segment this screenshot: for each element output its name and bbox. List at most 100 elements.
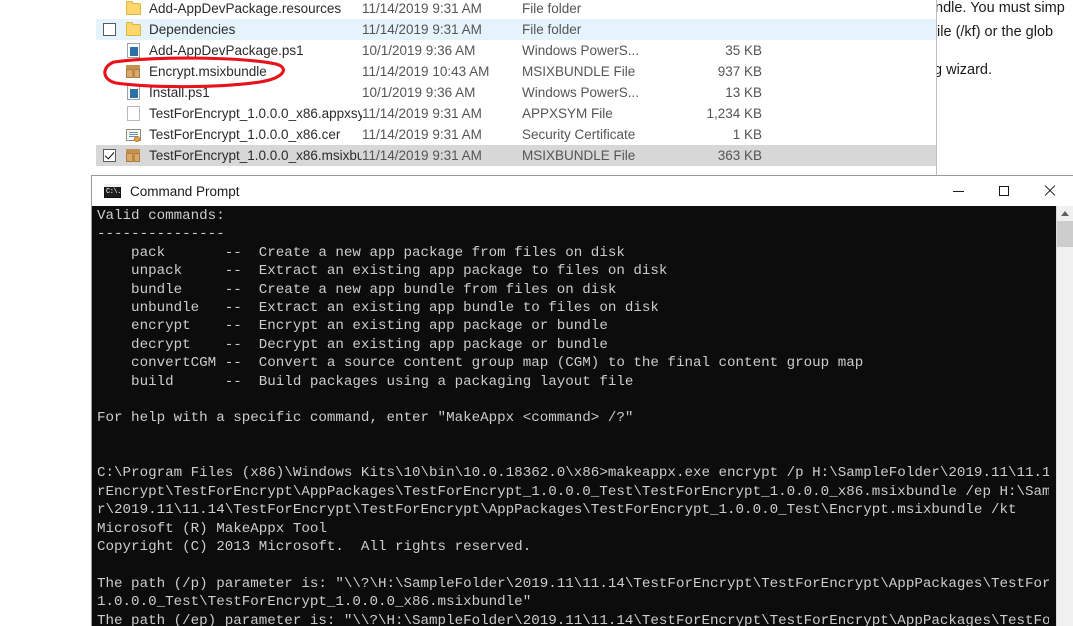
- file-name: Encrypt.msixbundle: [149, 64, 267, 79]
- background-doc-line: file (/kf) or the glob: [933, 24, 1054, 40]
- file-row[interactable]: Add-AppDevPackage.ps1 10/1/2019 9:36 AM Wi…: [96, 40, 936, 61]
- file-type: File folder: [522, 1, 582, 16]
- msixbundle-icon: [126, 65, 140, 78]
- console-scrollbar[interactable]: [1056, 206, 1073, 626]
- file-type: MSIXBUNDLE File: [522, 148, 636, 163]
- file-size: 363 KB: [717, 148, 762, 163]
- file-size: 1,234 KB: [706, 106, 762, 121]
- console-line: build -- Build packages using a packagin…: [97, 373, 634, 390]
- scrollbar-thumb[interactable]: [1057, 221, 1073, 247]
- file-name: TestForEncrypt_1.0.0.0_x86.msixbundle: [149, 148, 362, 163]
- folder-icon: [125, 0, 141, 15]
- folder-icon: [125, 21, 141, 36]
- close-button[interactable]: [1027, 176, 1073, 206]
- file-date-modified: 11/14/2019 9:31 AM: [362, 148, 482, 163]
- row-checkbox-cell[interactable]: [96, 23, 122, 36]
- powershell-file-icon: [126, 85, 140, 100]
- file-type: MSIXBUNDLE File: [522, 64, 636, 79]
- file-icon-cell: [122, 85, 144, 100]
- generic-file-icon: [126, 106, 140, 121]
- console-line: encrypt -- Encrypt an existing app packa…: [97, 318, 608, 335]
- file-name: Add-AppDevPackage.ps1: [149, 43, 304, 58]
- file-explorer-window[interactable]: Add-AppDevPackage.resources 11/14/2019 9:…: [96, 0, 937, 176]
- console-output-area[interactable]: Valid commands: --------------- pack -- C…: [92, 206, 1073, 626]
- file-icon-cell: [122, 106, 144, 121]
- console-line: bundle -- Create a new app bundle from f…: [97, 281, 617, 298]
- file-name: TestForEncrypt_1.0.0.0_x86.cer: [149, 127, 341, 142]
- console-icon-label: C:\.: [106, 188, 121, 196]
- console-text: Valid commands: --------------- pack -- C…: [97, 207, 1049, 626]
- file-size: 13 KB: [725, 85, 762, 100]
- file-date-modified: 10/1/2019 9:36 AM: [362, 43, 476, 58]
- file-date-modified: 11/14/2019 9:31 AM: [362, 1, 482, 16]
- file-row[interactable]: Install.ps1 10/1/2019 9:36 AM Windows Powe…: [96, 82, 936, 103]
- background-doc-line: ndle. You must simp: [935, 0, 1065, 16]
- file-type: File folder: [522, 22, 582, 37]
- console-line: r\2019.11\11.14\TestForEncrypt\TestForEn…: [97, 502, 1017, 519]
- maximize-icon: [999, 186, 1009, 196]
- console-line: rEncrypt\TestForEncrypt\AppPackages\Test…: [97, 483, 1049, 500]
- file-size: 937 KB: [717, 64, 762, 79]
- file-type: Windows PowerS...: [522, 85, 640, 100]
- file-icon-cell: [122, 128, 144, 142]
- console-line: unbundle -- Extract an existing app bund…: [97, 299, 659, 316]
- file-type: APPXSYM File: [522, 106, 613, 121]
- close-icon: [1044, 185, 1056, 197]
- file-row[interactable]: TestForEncrypt_1.0.0.0_x86.cer 11/14/2019…: [96, 124, 936, 145]
- file-icon-cell: [122, 43, 144, 58]
- file-date-modified: 11/14/2019 9:31 AM: [362, 106, 482, 121]
- file-type: Security Certificate: [522, 127, 636, 142]
- console-line: decrypt -- Decrypt an existing app packa…: [97, 336, 608, 353]
- file-row[interactable]: TestForEncrypt_1.0.0.0_x86.appxsym 11/14/…: [96, 103, 936, 124]
- file-row[interactable]: Encrypt.msixbundle 11/14/2019 10:43 AM MSI…: [96, 61, 936, 82]
- file-name: Dependencies: [149, 22, 236, 37]
- file-date-modified: 10/1/2019 9:36 AM: [362, 85, 476, 100]
- console-line: 1.0.0.0_Test\TestForEncrypt_1.0.0.0_x86.…: [97, 594, 532, 611]
- command-prompt-window[interactable]: C:\. Command Prompt Valid commands: -----…: [92, 176, 1073, 626]
- console-icon: C:\.: [104, 184, 121, 198]
- file-size: 1 KB: [732, 127, 762, 142]
- file-name: Add-AppDevPackage.resources: [149, 1, 342, 16]
- file-icon-cell: [122, 149, 144, 162]
- file-row[interactable]: Dependencies 11/14/2019 9:31 AM File folde…: [96, 19, 936, 40]
- certificate-icon: [125, 128, 141, 142]
- console-line: C:\Program Files (x86)\Windows Kits\10\b…: [97, 465, 1049, 482]
- console-line: The path (/ep) parameter is: "\\?\H:\Sam…: [97, 612, 1049, 626]
- file-size: 35 KB: [725, 43, 762, 58]
- file-date-modified: 11/14/2019 9:31 AM: [362, 127, 482, 142]
- file-row[interactable]: TestForEncrypt_1.0.0.0_x86.msixbundle11/…: [96, 145, 936, 166]
- command-prompt-titlebar[interactable]: C:\. Command Prompt: [92, 176, 1073, 207]
- console-line: The path (/p) parameter is: "\\?\H:\Samp…: [97, 575, 1049, 592]
- file-type: Windows PowerS...: [522, 43, 640, 58]
- file-name: TestForEncrypt_1.0.0.0_x86.appxsym: [149, 106, 362, 121]
- minimize-icon: [952, 190, 964, 192]
- console-line: ---------------: [97, 226, 225, 243]
- console-line: convertCGM -- Convert a source content g…: [97, 355, 864, 372]
- file-row[interactable]: Add-AppDevPackage.resources 11/14/2019 9:…: [96, 0, 936, 19]
- file-icon-cell: [122, 65, 144, 78]
- file-date-modified: 11/14/2019 9:31 AM: [362, 22, 482, 37]
- scroll-up-button[interactable]: [1057, 206, 1073, 221]
- file-date-modified: 11/14/2019 10:43 AM: [362, 64, 490, 79]
- file-list[interactable]: Add-AppDevPackage.resources 11/14/2019 9:…: [96, 0, 936, 166]
- file-icon-cell: [122, 0, 144, 15]
- console-line: For help with a specific command, enter …: [97, 410, 634, 427]
- console-line: Microsoft (R) MakeAppx Tool: [97, 520, 327, 537]
- file-icon-cell: [122, 21, 144, 36]
- window-title: Command Prompt: [130, 183, 240, 199]
- console-line: unpack -- Extract an existing app packag…: [97, 263, 668, 280]
- checkbox-icon[interactable]: [102, 23, 116, 36]
- console-line: Copyright (C) 2013 Microsoft. All rights…: [97, 539, 532, 556]
- row-checkbox-cell[interactable]: [96, 149, 122, 162]
- checkbox-checked-icon[interactable]: [102, 149, 116, 162]
- file-name: Install.ps1: [149, 85, 210, 100]
- minimize-button[interactable]: [935, 176, 981, 206]
- msixbundle-icon: [126, 149, 140, 162]
- maximize-button[interactable]: [981, 176, 1027, 206]
- background-doc-line: g wizard.: [934, 62, 993, 78]
- powershell-file-icon: [126, 43, 140, 58]
